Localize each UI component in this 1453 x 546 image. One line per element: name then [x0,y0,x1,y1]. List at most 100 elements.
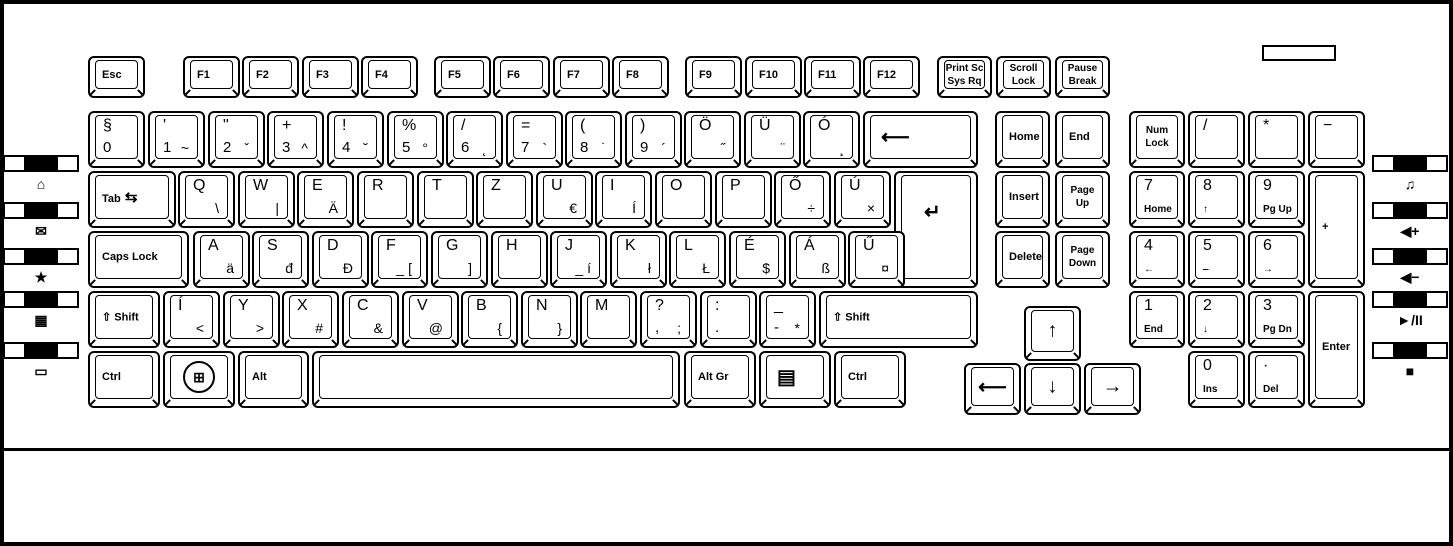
right-hotkey-button-volume-up[interactable] [1372,202,1448,219]
key-e[interactable]: EÄ [297,171,354,228]
key-num-divide[interactable]: / [1188,111,1245,168]
key-f11[interactable]: F11 [804,56,861,98]
key-page-down[interactable]: Page Down [1055,231,1110,288]
key-num-decimal[interactable]: · Del [1248,351,1305,408]
key-8[interactable]: (8 ˙ [565,111,622,168]
key-g[interactable]: G] [431,231,488,288]
key-insert[interactable]: Insert [995,171,1050,228]
key-z[interactable]: Z [476,171,533,228]
key-d[interactable]: DĐ [312,231,369,288]
key-f1[interactable]: F1 [183,56,240,98]
left-hotkey-button-favorites-star[interactable] [3,248,79,265]
left-hotkey-button-home[interactable] [3,155,79,172]
right-hotkey-button-volume-down[interactable] [1372,248,1448,265]
key-y[interactable]: Y > [223,291,280,348]
key-o-umlaut[interactable]: Ö ˝ [684,111,741,168]
key-9[interactable]: ) 9 ´ [625,111,682,168]
key-v[interactable]: V @ [402,291,459,348]
key-i[interactable]: IÍ [595,171,652,228]
key-comma[interactable]: ?,; [640,291,697,348]
key-b[interactable]: B{ [461,291,518,348]
key-arrow-right[interactable]: → [1084,363,1141,415]
key-esc[interactable]: Esc [88,56,145,98]
key-scroll-lock[interactable]: Scroll Lock [996,56,1051,98]
right-hotkey-button-music[interactable] [1372,155,1448,172]
key-s[interactable]: Sđ [252,231,309,288]
key-f4[interactable]: F4 [361,56,418,98]
key-num-2[interactable]: 2 ↓ [1188,291,1245,348]
key-f2[interactable]: F2 [242,56,299,98]
left-hotkey-button-mail[interactable] [3,202,79,219]
key-f9[interactable]: F9 [685,56,742,98]
key-arrow-up[interactable]: ↑ [1024,306,1081,361]
key-a[interactable]: Aä [193,231,250,288]
right-hotkey-button-stop[interactable] [1372,342,1448,359]
key-r[interactable]: R [357,171,414,228]
key-num-5[interactable]: 5 ‒ [1188,231,1245,288]
key-right-shift[interactable]: ⇧ Shift [819,291,978,348]
key-num-1[interactable]: 1 End [1129,291,1185,348]
key-n[interactable]: N} [521,291,578,348]
key-m[interactable]: M [580,291,637,348]
key-w[interactable]: W | [238,171,295,228]
key-f7[interactable]: F7 [553,56,610,98]
key-caps-lock[interactable]: Caps Lock [88,231,189,288]
key-minus[interactable]: _ - * [759,291,816,348]
key-5[interactable]: % 5 ° [387,111,444,168]
key-u-double-acute[interactable]: Ű ¤ [848,231,905,288]
left-hotkey-button-sleep[interactable] [3,342,79,359]
key-2[interactable]: " 2 ˇ [208,111,265,168]
key-pause[interactable]: Pause Break [1055,56,1110,98]
key-num-multiply[interactable]: * [1248,111,1305,168]
key-delete[interactable]: Delete [995,231,1050,288]
key-print-screen[interactable]: Print Sc Sys Rq [937,56,992,98]
key-left-shift[interactable]: ⇧ Shift [88,291,160,348]
key-c[interactable]: C & [342,291,399,348]
key-period[interactable]: :. [700,291,757,348]
key-windows[interactable]: ⊞ [163,351,235,408]
key-alt-gr[interactable]: Alt Gr [684,351,756,408]
key-o-acute[interactable]: Ó ¸ [803,111,860,168]
key-num-minus[interactable]: − [1308,111,1365,168]
key-menu[interactable]: ▤ [759,351,831,408]
key-num-0[interactable]: 0 Ins [1188,351,1245,408]
key-alt[interactable]: Alt [238,351,309,408]
key-o-double-acute[interactable]: Ő ÷ [774,171,831,228]
key-home[interactable]: Home [995,111,1050,168]
key-num-enter[interactable]: Enter [1308,291,1365,408]
key-right-ctrl[interactable]: Ctrl [834,351,906,408]
key-num-lock[interactable]: Num Lock [1129,111,1185,168]
key-7[interactable]: = 7 ` [506,111,563,168]
key-l[interactable]: LŁ [669,231,726,288]
key-0[interactable]: § 0 [88,111,145,168]
key-e-acute[interactable]: É $ [729,231,786,288]
right-hotkey-button-play-pause[interactable] [1372,291,1448,308]
key-backspace[interactable]: ⟵ [863,111,978,168]
key-num-8[interactable]: 8 ↑ [1188,171,1245,228]
key-a-acute[interactable]: Áß [789,231,846,288]
key-tab[interactable]: Tab ⇆ [88,171,176,228]
key-num-6[interactable]: 6 → [1248,231,1305,288]
key-left-ctrl[interactable]: Ctrl [88,351,160,408]
key-f10[interactable]: F10 [745,56,802,98]
left-hotkey-button-calculator[interactable] [3,291,79,308]
key-num-3[interactable]: 3 Pg Dn [1248,291,1305,348]
key-num-9[interactable]: 9 Pg Up [1248,171,1305,228]
key-1[interactable]: ' 1 ~ [148,111,205,168]
key-k[interactable]: Kł [610,231,667,288]
key-3[interactable]: +3 ^ [267,111,324,168]
key-u-acute[interactable]: Ú × [834,171,891,228]
key-f5[interactable]: F5 [434,56,491,98]
key-f12[interactable]: F12 [863,56,920,98]
key-u[interactable]: U € [536,171,593,228]
key-num-plus[interactable]: + [1308,171,1365,288]
key-arrow-left[interactable]: ⟵ [964,363,1021,415]
key-space[interactable] [312,351,680,408]
key-f[interactable]: F _ [ [371,231,428,288]
key-6[interactable]: / 6 ˛ [446,111,503,168]
key-arrow-down[interactable]: ↓ [1024,363,1081,415]
key-num-4[interactable]: 4 ← [1129,231,1185,288]
key-f6[interactable]: F6 [493,56,550,98]
key-f3[interactable]: F3 [302,56,359,98]
key-p[interactable]: P [715,171,772,228]
